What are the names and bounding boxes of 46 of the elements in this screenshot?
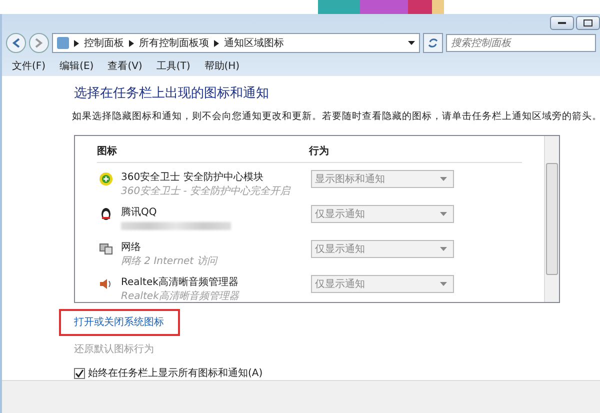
column-header: 图标 xyxy=(97,144,118,158)
breadcrumb-item[interactable]: 所有控制面板项 xyxy=(139,36,209,50)
chevron-icon xyxy=(129,40,134,46)
caret-icon xyxy=(440,212,447,216)
maximize-button[interactable] xyxy=(576,16,600,30)
checkbox[interactable] xyxy=(74,368,85,378)
app-status-text: 360安全卫士 - 安全防护中心完全开启 xyxy=(121,184,292,198)
menu-item[interactable]: 编辑(E) xyxy=(60,59,94,73)
back-button[interactable] xyxy=(6,33,26,53)
shield-icon xyxy=(99,172,113,186)
caret-icon xyxy=(440,247,447,251)
search-field[interactable]: 搜索控制面板 xyxy=(446,34,596,52)
speaker-icon xyxy=(99,277,113,291)
page-heading: 选择在任务栏上出现的图标和通知 xyxy=(74,85,270,102)
app-name: 360安全卫士 安全防护中心模块 xyxy=(121,170,264,184)
refresh-icon xyxy=(427,37,439,49)
checkbox-label: 始终在任务栏上显示所有图标和通知(A) xyxy=(88,366,263,380)
app-status-text: 网络 2 Internet 访问 xyxy=(121,254,219,268)
forward-button[interactable] xyxy=(29,33,49,53)
caret-icon xyxy=(440,282,447,286)
penguin-icon xyxy=(99,207,113,221)
link[interactable]: 打开或关闭系统图标 xyxy=(74,317,164,328)
network-icon xyxy=(99,242,113,256)
address-field[interactable]: 控制面板 所有控制面板项 通知区域图标 xyxy=(52,33,420,53)
chevron-icon xyxy=(74,40,79,46)
app-name: 腾讯QQ xyxy=(121,206,158,219)
breadcrumb-item[interactable]: 控制面板 xyxy=(84,36,124,50)
app-status-text: Realtek高清晰音频管理器 xyxy=(121,290,240,302)
menu-item[interactable]: 帮助(H) xyxy=(204,59,240,73)
control-panel-icon xyxy=(57,37,69,49)
refresh-button[interactable] xyxy=(423,33,443,53)
dropdown-arrow-icon[interactable] xyxy=(408,41,415,45)
menu-item[interactable]: 工具(T) xyxy=(156,59,190,73)
menu-item[interactable]: 查看(V) xyxy=(108,59,142,73)
caret-icon xyxy=(440,177,447,181)
description-text: 如果选择隐藏图标和通知，则不会向您通知更改和更新。若要随时查看隐藏的图标，请单击任务栏上通知区域旁的箭头。 xyxy=(72,110,600,123)
column-header: 行为 xyxy=(309,144,329,158)
chevron-icon xyxy=(214,40,219,46)
app-name: 网络 xyxy=(121,241,142,254)
menu-item[interactable]: 文件(F) xyxy=(12,59,46,73)
maximize-icon xyxy=(583,19,593,27)
breadcrumb-item[interactable]: 通知区域图标 xyxy=(224,36,284,50)
minimize-button[interactable] xyxy=(550,16,574,30)
app-name: Realtek高清晰音频管理器 xyxy=(121,276,240,289)
minimize-icon xyxy=(557,21,567,25)
scrollbar[interactable] xyxy=(544,136,559,302)
